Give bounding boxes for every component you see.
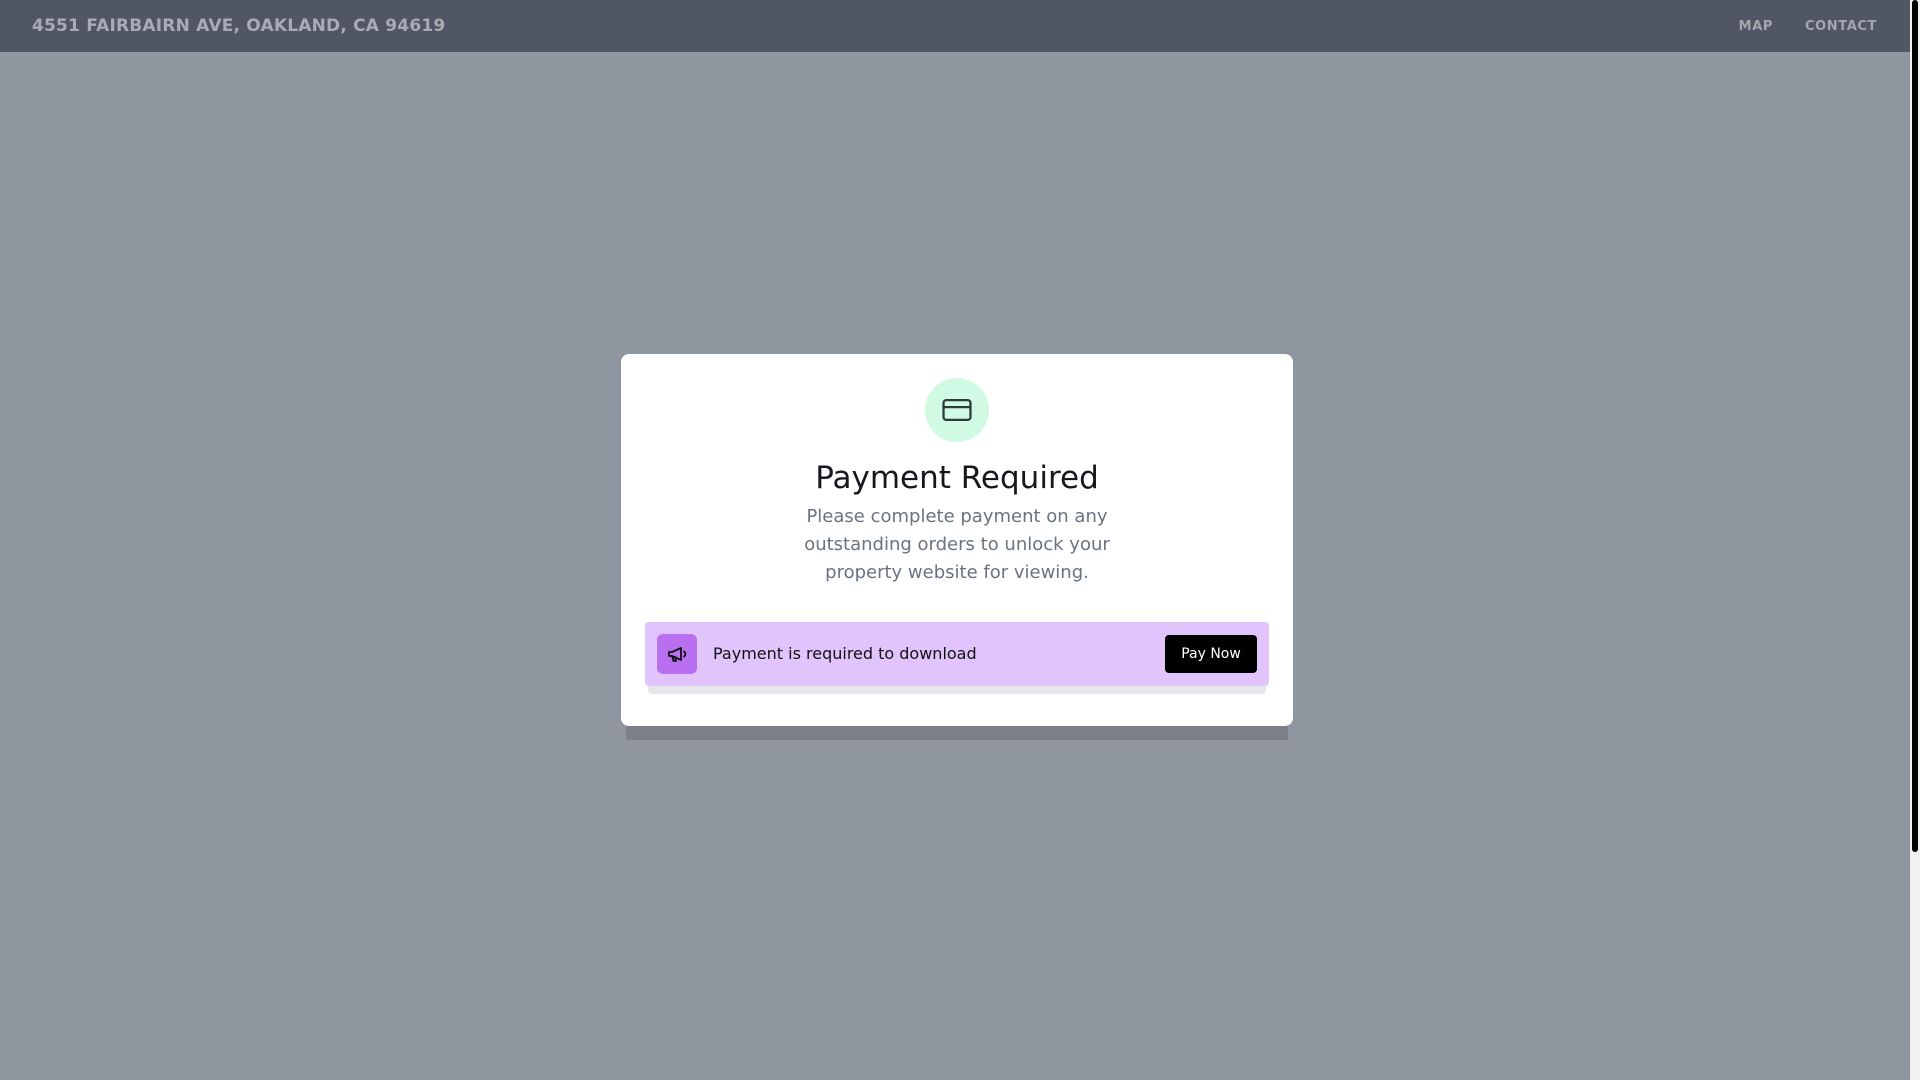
nav-link-contact[interactable]: CONTACT	[1805, 19, 1877, 34]
credit-card-icon-badge	[925, 378, 989, 442]
modal-description: Please complete payment on any outstandi…	[804, 506, 1110, 583]
property-address: 4551 FAIRBAIRN AVE, OAKLAND, CA 94619	[32, 16, 446, 36]
scrollbar-thumb[interactable]	[1912, 0, 1918, 852]
modal-title: Payment Required	[815, 460, 1099, 496]
nav-link-map[interactable]: MAP	[1739, 19, 1773, 34]
credit-card-icon	[942, 398, 972, 422]
app-root: 4551 FAIRBAIRN AVE, OAKLAND, CA 94619 MA…	[0, 0, 1910, 1080]
top-bar: 4551 FAIRBAIRN AVE, OAKLAND, CA 94619 MA…	[0, 0, 1910, 52]
page-scrollbar[interactable]	[1910, 0, 1920, 1080]
payment-banner: Payment is required to download Pay Now	[645, 622, 1269, 686]
megaphone-icon	[668, 647, 687, 662]
pay-now-button[interactable]: Pay Now	[1165, 635, 1257, 673]
banner-message: Payment is required to download	[713, 644, 977, 663]
top-nav: MAP CONTACT	[1739, 0, 1877, 52]
megaphone-icon-badge	[657, 634, 697, 674]
payment-modal: Payment Required Please complete payment…	[621, 354, 1293, 726]
